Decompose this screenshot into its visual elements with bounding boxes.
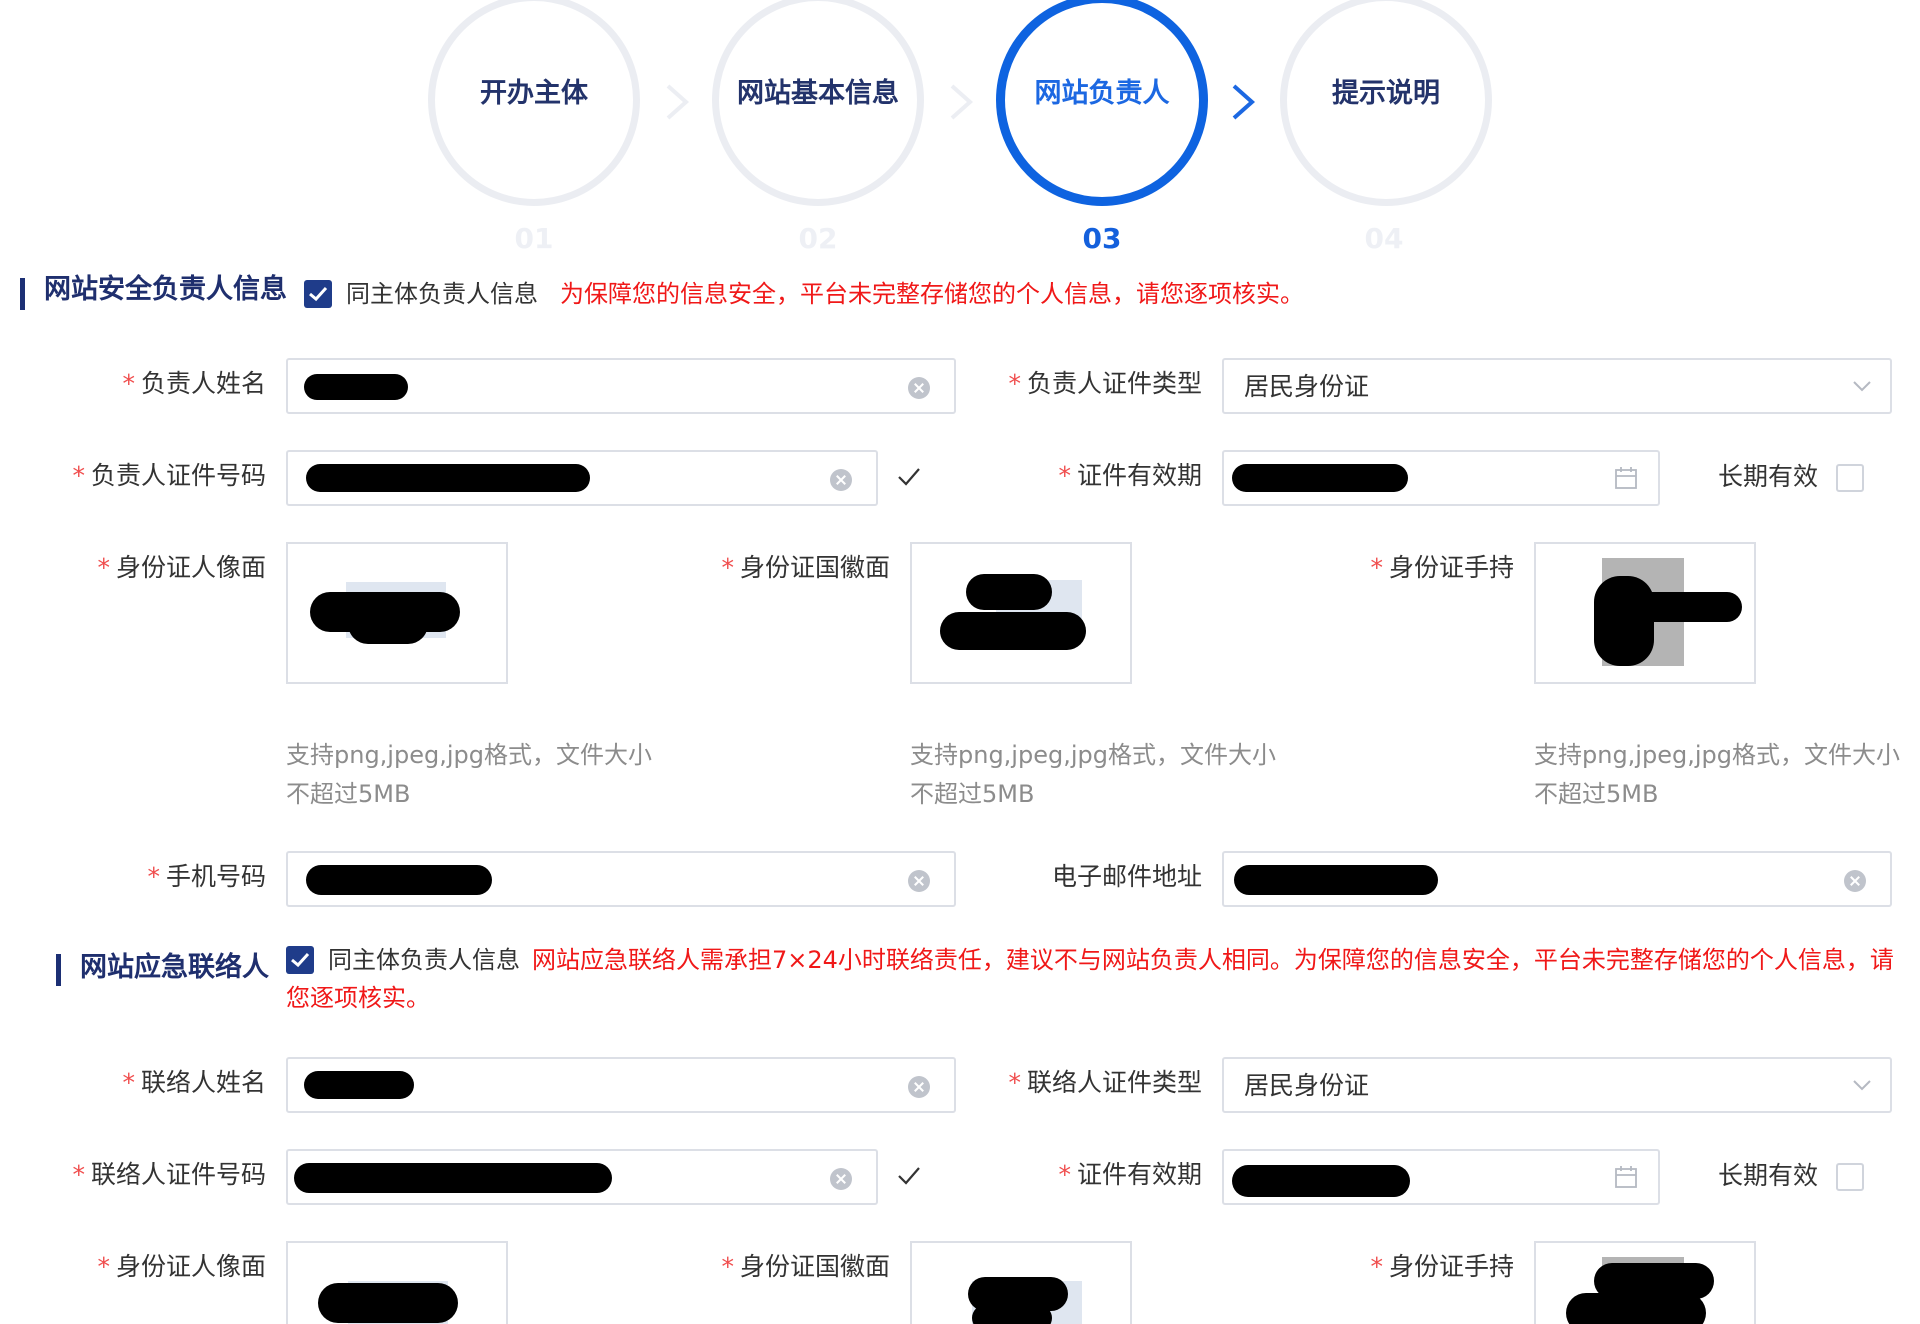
emergency-long-term-checkbox[interactable] (1836, 1163, 1864, 1191)
emergency-id-hold-label: * 身份证手持 (1370, 1252, 1514, 1281)
emergency-id-front-label: * 身份证人像面 (97, 1252, 266, 1281)
step-4-label[interactable]: 提示说明 (1266, 77, 1506, 111)
emergency-id-hold-upload[interactable] (1534, 1241, 1756, 1324)
emergency-section-title: 网站应急联络人 (80, 952, 269, 983)
clear-icon[interactable] (908, 1076, 930, 1098)
step-1-label[interactable]: 开办主体 (414, 77, 654, 111)
emergency-same-as-label[interactable]: 同主体负责人信息 (328, 943, 522, 977)
calendar-icon[interactable] (1614, 1165, 1638, 1189)
redaction-mark (1566, 1293, 1706, 1324)
step-arrow-icon (950, 84, 974, 120)
step-arrow-icon (666, 84, 690, 120)
emergency-validity-date-picker[interactable] (1222, 1149, 1660, 1205)
security-name-label: * 负责人姓名 (122, 369, 266, 398)
emergency-id-number-label: * 联络人证件号码 (72, 1160, 266, 1189)
security-id-type-label: * 负责人证件类型 (1008, 369, 1202, 398)
checkmark-icon (309, 286, 328, 302)
step-arrow-active-icon (1232, 84, 1256, 120)
emergency-validity-label: * 证件有效期 (1058, 1160, 1202, 1189)
security-id-number-input[interactable] (286, 450, 878, 506)
redaction-mark (306, 865, 492, 895)
clear-icon[interactable] (908, 377, 930, 399)
valid-check-icon (898, 468, 920, 486)
security-id-back-upload[interactable] (910, 542, 1132, 684)
security-validity-date-picker[interactable] (1222, 450, 1660, 506)
clear-icon[interactable] (830, 1168, 852, 1190)
security-id-hold-label: * 身份证手持 (1370, 553, 1514, 582)
emergency-long-term-label[interactable]: 长期有效 (1718, 1159, 1818, 1193)
step-3-number: 03 (1082, 222, 1122, 255)
emergency-id-back-label: * 身份证国徽面 (721, 1252, 890, 1281)
emergency-id-back-upload[interactable] (910, 1241, 1132, 1324)
clear-icon[interactable] (908, 870, 930, 892)
security-validity-label: * 证件有效期 (1058, 461, 1202, 490)
redaction-mark (304, 374, 408, 400)
security-id-back-label: * 身份证国徽面 (721, 553, 890, 582)
emergency-id-type-label: * 联络人证件类型 (1008, 1068, 1202, 1097)
security-id-type-select[interactable]: 居民身份证 (1222, 358, 1892, 414)
section-bar (56, 954, 61, 986)
security-id-back-hint: 支持png,jpeg,jpg格式，文件大小 不超过5MB (910, 741, 1276, 808)
redaction-mark (1234, 865, 1438, 895)
security-email-input[interactable] (1222, 851, 1892, 907)
step-2-number: 02 (798, 222, 838, 255)
calendar-icon[interactable] (1614, 466, 1638, 490)
redaction-mark (1232, 1165, 1410, 1197)
redaction-mark (294, 1163, 612, 1193)
redaction-mark (966, 574, 1052, 610)
security-same-as-checkbox[interactable] (304, 280, 332, 308)
security-id-front-label: * 身份证人像面 (97, 553, 266, 582)
security-notice: 为保障您的信息安全，平台未完整存储您的个人信息，请您逐项核实。 (560, 280, 1304, 308)
security-id-hold-hint: 支持png,jpeg,jpg格式，文件大小 不超过5MB (1534, 741, 1900, 808)
clear-icon[interactable] (1844, 870, 1866, 892)
security-id-hold-upload[interactable] (1534, 542, 1756, 684)
redaction-mark (972, 1305, 1052, 1324)
redaction-mark (348, 604, 428, 644)
emergency-name-label: * 联络人姓名 (122, 1068, 266, 1097)
security-long-term-checkbox[interactable] (1836, 464, 1864, 492)
security-id-number-label: * 负责人证件号码 (72, 461, 266, 490)
emergency-id-number-input[interactable] (286, 1149, 878, 1205)
valid-check-icon (898, 1167, 920, 1185)
security-name-input[interactable] (286, 358, 956, 414)
security-id-front-upload[interactable] (286, 542, 508, 684)
redaction-mark (304, 1071, 414, 1099)
clear-icon[interactable] (830, 469, 852, 491)
redaction-mark (940, 612, 1086, 650)
redaction-mark (1594, 592, 1742, 622)
emergency-id-type-select[interactable]: 居民身份证 (1222, 1057, 1892, 1113)
chevron-down-icon (1853, 1080, 1871, 1091)
step-1-number: 01 (514, 222, 554, 255)
redaction-mark (306, 464, 590, 492)
step-3-label[interactable]: 网站负责人 (982, 77, 1222, 111)
emergency-name-input[interactable] (286, 1057, 956, 1113)
redaction-mark (1232, 464, 1408, 492)
step-4-number: 04 (1364, 222, 1404, 255)
section-bar (20, 278, 25, 310)
security-email-label: 电子邮件地址 (1051, 862, 1202, 891)
security-phone-input[interactable] (286, 851, 956, 907)
security-same-as-label[interactable]: 同主体负责人信息 (346, 277, 538, 311)
emergency-id-front-upload[interactable] (286, 1241, 508, 1324)
step-2-label[interactable]: 网站基本信息 (698, 77, 938, 111)
security-section-title: 网站安全负责人信息 (44, 274, 287, 305)
security-id-front-hint: 支持png,jpeg,jpg格式，文件大小 不超过5MB (286, 741, 652, 808)
emergency-notice: 网站应急联络人需承担7×24小时联络责任，建议不与网站负责人相同。为保障您的信息… (286, 946, 1894, 1012)
security-long-term-label[interactable]: 长期有效 (1718, 460, 1818, 494)
security-phone-label: * 手机号码 (147, 862, 266, 891)
redaction-mark (318, 1283, 458, 1323)
chevron-down-icon (1853, 381, 1871, 392)
